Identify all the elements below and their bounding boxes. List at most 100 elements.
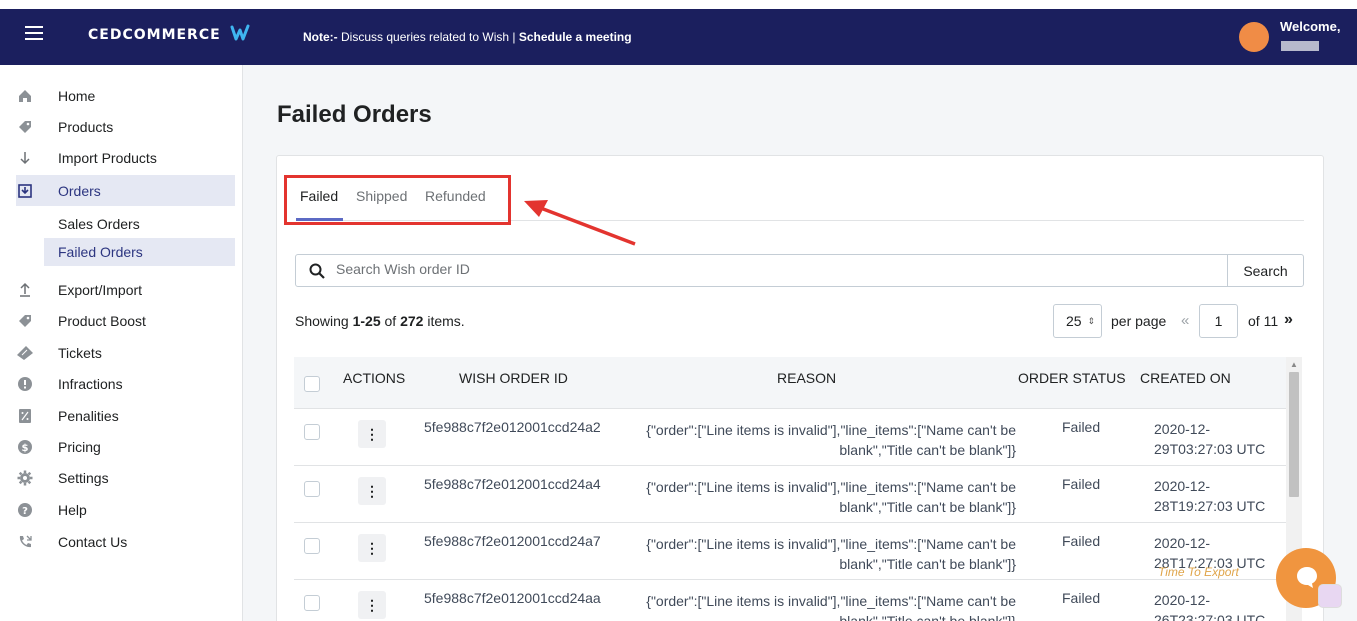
reason-line: {"order":["Line items is invalid"],"line… (646, 536, 1016, 552)
row-checkbox[interactable] (304, 595, 320, 611)
sidebar-item-export-import[interactable]: Export/Import (16, 274, 235, 305)
created-date: 2020-12- (1154, 478, 1211, 494)
select-arrows-icon: ⇕ (1087, 315, 1096, 326)
reason-line: blank","Title can't be blank"]} (839, 442, 1016, 458)
created-on: 2020-12- 26T23:27:03 UTC (1154, 590, 1265, 621)
sidebar-item-orders[interactable]: Orders (16, 175, 235, 206)
select-all-checkbox[interactable] (304, 376, 320, 392)
page-number-input[interactable]: 1 (1199, 304, 1238, 338)
order-id: 5fe988c7f2e012001ccd24aa (424, 590, 601, 606)
per-page-label: per page (1111, 313, 1167, 329)
watermark: Time To Export (1158, 565, 1239, 579)
sidebar-item-contact-us[interactable]: Contact Us (16, 526, 235, 557)
sidebar-subitem-failed-orders[interactable]: Failed Orders (44, 238, 235, 266)
home-icon (16, 87, 34, 105)
avatar[interactable] (1239, 22, 1269, 52)
search-button[interactable]: Search (1227, 255, 1303, 286)
sidebar-item-settings[interactable]: Settings (16, 462, 235, 493)
phone-icon (16, 533, 34, 551)
created-date: 2020-12- (1154, 421, 1211, 437)
svg-text:$: $ (22, 443, 29, 454)
sidebar-item-label: Tickets (58, 344, 102, 361)
tag-icon (16, 118, 34, 136)
reason-line: {"order":["Line items is invalid"],"line… (646, 422, 1016, 438)
order-status: Failed (1062, 476, 1101, 492)
scroll-up-icon[interactable]: ▲ (1290, 360, 1298, 369)
dollar-icon: $ (16, 438, 34, 456)
prev-page-button[interactable]: « (1181, 312, 1189, 329)
sidebar-item-label: Infractions (58, 375, 123, 392)
table-header: ACTIONS WISH ORDER ID REASON ORDER STATU… (294, 357, 1286, 409)
ticket-icon (16, 344, 34, 362)
arrow-down-icon (16, 149, 34, 167)
search-bar: Search (295, 254, 1304, 287)
scrollbar-thumb[interactable] (1289, 372, 1299, 497)
sidebar-item-home[interactable]: Home (16, 80, 235, 111)
created-time: 26T23:27:03 UTC (1154, 612, 1266, 621)
sidebar-item-products[interactable]: Products (16, 111, 235, 142)
sidebar-item-label: Penalities (58, 407, 119, 424)
schedule-meeting-link[interactable]: Schedule a meeting (519, 30, 632, 44)
alert-icon (16, 375, 34, 393)
header-actions: ACTIONS (343, 370, 406, 386)
per-page-value: 25 (1066, 313, 1082, 329)
sidebar-item-infractions[interactable]: Infractions (16, 368, 235, 399)
annotation-arrow-icon (524, 200, 636, 246)
logo[interactable]: CEDCOMMERCE (88, 27, 221, 43)
reason: {"order":["Line items is invalid"],"line… (624, 420, 1016, 460)
chat-bubble-icon (1297, 567, 1317, 588)
page-title: Failed Orders (277, 101, 432, 128)
order-status: Failed (1062, 590, 1101, 606)
help-icon: ? (16, 501, 34, 519)
order-status: Failed (1062, 533, 1101, 549)
sidebar-item-label: Pricing (58, 438, 101, 455)
sidebar-item-label: Home (58, 87, 96, 104)
sidebar-item-pricing[interactable]: $ Pricing (16, 431, 235, 462)
sidebar-item-tickets[interactable]: Tickets (16, 337, 235, 368)
sidebar-item-import-products[interactable]: Import Products (16, 142, 235, 173)
page-total: of 11 (1248, 313, 1279, 329)
table-row: ⋮ 5fe988c7f2e012001ccd24aa {"order":["Li… (294, 580, 1286, 621)
sidebar-item-label: Export/Import (58, 281, 143, 298)
note-prefix: Note:- (303, 30, 341, 44)
showing-prefix: Showing (295, 313, 353, 329)
sidebar-item-label: Contact Us (58, 533, 128, 550)
sidebar-item-label: Settings (58, 469, 109, 486)
sidebar-item-product-boost[interactable]: Product Boost (16, 305, 235, 336)
sidebar-item-help[interactable]: ? Help (16, 494, 235, 525)
row-checkbox[interactable] (304, 481, 320, 497)
tag-icon (16, 312, 34, 330)
sidebar-subitem-sales-orders[interactable]: Sales Orders (44, 210, 235, 238)
per-page-select[interactable]: 25 ⇕ (1053, 304, 1102, 338)
chat-badge[interactable] (1318, 584, 1342, 608)
row-checkbox[interactable] (304, 538, 320, 554)
next-page-button[interactable]: » (1284, 311, 1293, 329)
orders-icon (16, 182, 34, 200)
tabs-highlight-annotation (284, 175, 511, 225)
header-wish-order-id: WISH ORDER ID (459, 370, 568, 386)
order-id: 5fe988c7f2e012001ccd24a7 (424, 533, 601, 549)
reason: {"order":["Line items is invalid"],"line… (624, 534, 1016, 574)
row-actions-button[interactable]: ⋮ (358, 477, 386, 505)
showing-of: of (380, 313, 401, 329)
row-checkbox[interactable] (304, 424, 320, 440)
search-input[interactable] (336, 261, 1216, 277)
sidebar-item-penalities[interactable]: Penalities (16, 400, 235, 431)
row-actions-button[interactable]: ⋮ (358, 420, 386, 448)
svg-text:?: ? (22, 506, 28, 517)
orders-table: ACTIONS WISH ORDER ID REASON ORDER STATU… (294, 357, 1286, 621)
header-order-status: ORDER STATUS (1018, 370, 1126, 386)
created-on: 2020-12- 29T03:27:03 UTC (1154, 419, 1265, 459)
created-date: 2020-12- (1154, 535, 1211, 551)
row-actions-button[interactable]: ⋮ (358, 591, 386, 619)
welcome-text: Welcome, (1280, 19, 1341, 34)
row-actions-button[interactable]: ⋮ (358, 534, 386, 562)
table-row: ⋮ 5fe988c7f2e012001ccd24a7 {"order":["Li… (294, 523, 1286, 580)
header-reason: REASON (777, 370, 837, 386)
menu-icon[interactable] (25, 26, 43, 40)
table-row: ⋮ 5fe988c7f2e012001ccd24a4 {"order":["Li… (294, 466, 1286, 523)
username-redacted (1281, 41, 1319, 51)
reason-line: {"order":["Line items is invalid"],"line… (646, 593, 1016, 609)
reason-line: blank","Title can't be blank"]} (839, 613, 1016, 621)
search-icon (309, 263, 325, 279)
